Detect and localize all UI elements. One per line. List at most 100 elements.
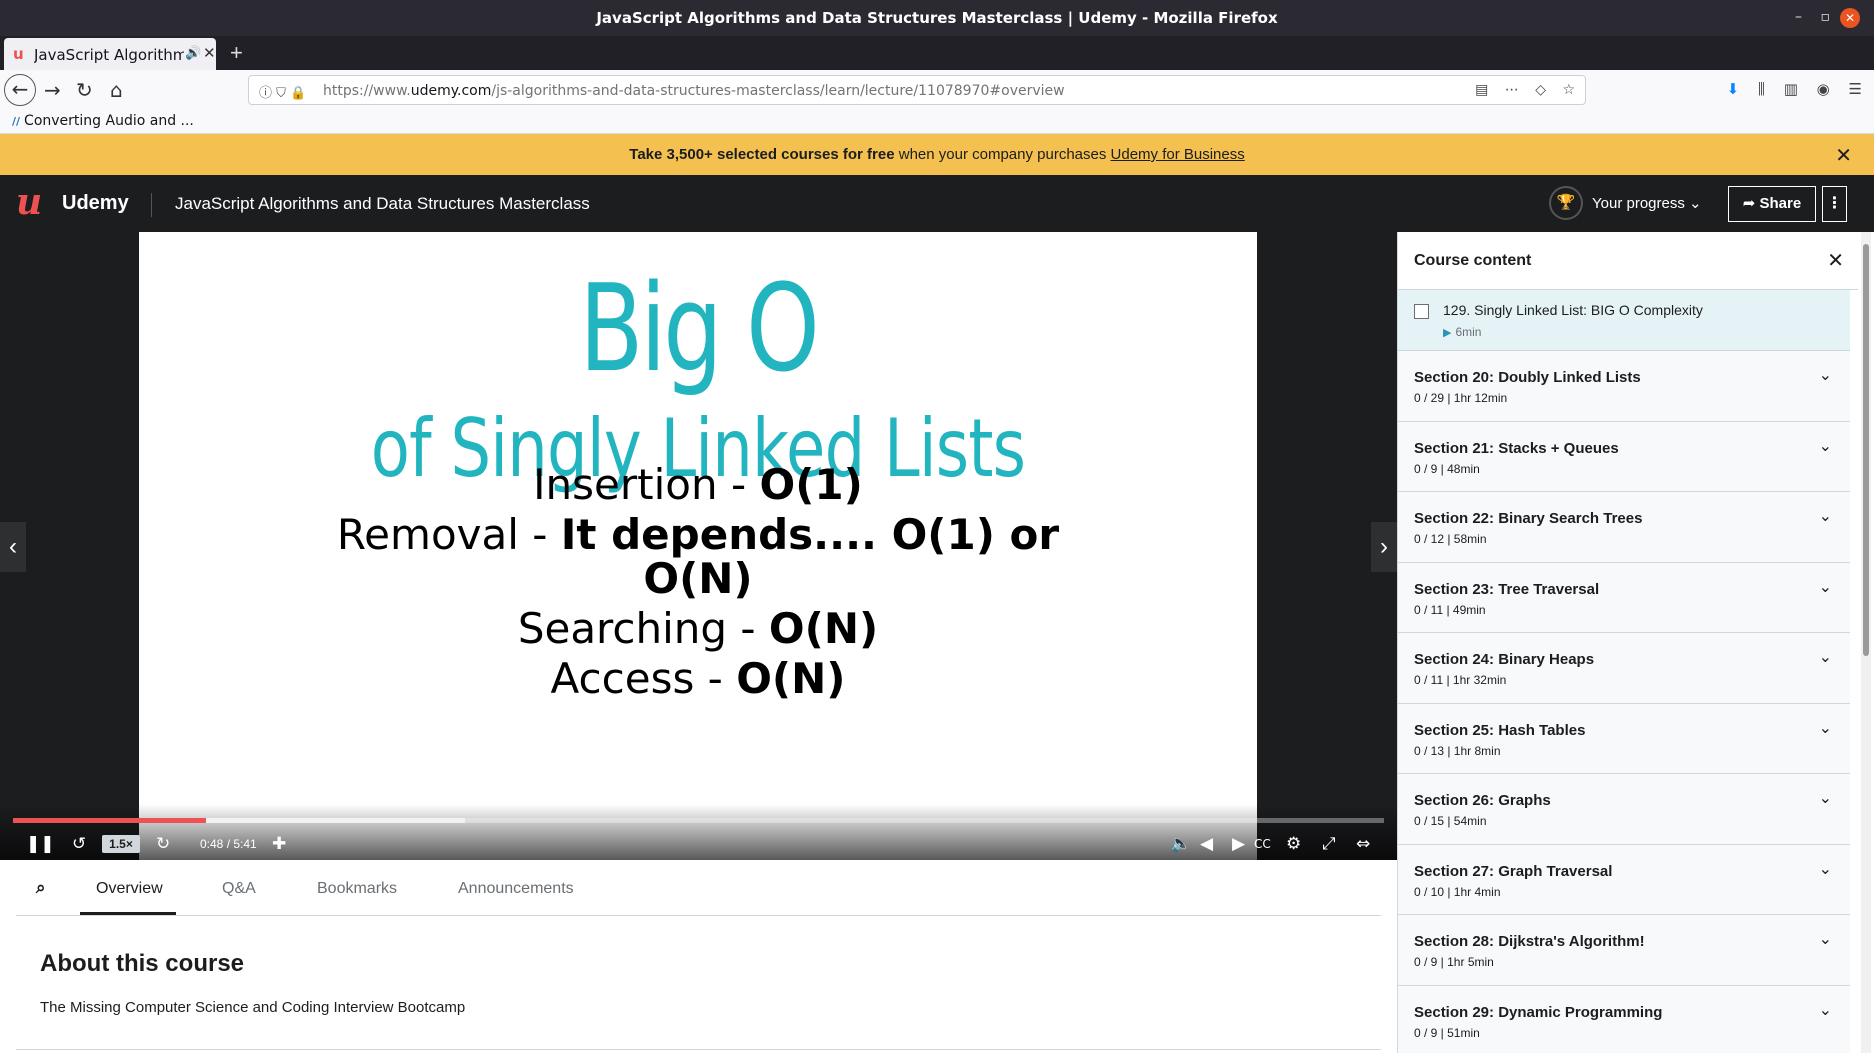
navigation-toolbar: ← → ↻ ⌂ ⓘ ⛉ 🔒 https://www.udemy.com/js-a… xyxy=(0,70,1874,110)
section-item[interactable]: Section 23: Tree Traversal 0 / 11 | 49min… xyxy=(1398,562,1850,633)
section-item[interactable]: Section 22: Binary Search Trees 0 / 12 | … xyxy=(1398,492,1850,563)
chevron-down-icon[interactable]: ⌄ xyxy=(1819,718,1832,737)
section-meta: 0 / 12 | 58min xyxy=(1414,532,1487,546)
reader-view-icon[interactable]: ▤ xyxy=(1475,82,1488,98)
chevron-down-icon[interactable]: ⌄ xyxy=(1819,577,1832,596)
minimize-icon[interactable]: – xyxy=(1795,9,1802,25)
download-icon[interactable]: ⬇ xyxy=(1727,80,1740,98)
page-actions[interactable]: ▤ ⋯ ◇ ☆ xyxy=(1475,82,1575,98)
section-item[interactable]: Section 21: Stacks + Queues 0 / 9 | 48min… xyxy=(1398,421,1850,492)
section-meta: 0 / 9 | 51min xyxy=(1414,1025,1480,1040)
forward-icon[interactable]: → xyxy=(44,78,61,102)
trophy-icon[interactable]: 🏆 xyxy=(1549,186,1583,220)
udemy-logo-text[interactable]: Udemy xyxy=(62,192,129,215)
slide-title: Big O xyxy=(579,260,820,399)
menu-icon[interactable]: ☰ xyxy=(1849,80,1862,98)
settings-gear-icon[interactable]: ⚙ xyxy=(1286,834,1301,854)
sidebar-header: Course content ✕ xyxy=(1398,232,1858,290)
reload-icon[interactable]: ↻ xyxy=(76,78,93,102)
sidebar-icon[interactable]: ▥ xyxy=(1784,80,1798,98)
section-title[interactable]: Section 23: Tree Traversal xyxy=(1414,581,1599,598)
section-meta: 0 / 11 | 49min xyxy=(1414,602,1486,617)
pocket-icon[interactable]: ◇ xyxy=(1535,82,1546,98)
pause-icon[interactable]: ❚❚ xyxy=(26,834,55,854)
sidebar-scrollbar[interactable] xyxy=(1861,232,1871,1053)
chevron-down-icon[interactable]: ⌄ xyxy=(1819,506,1832,525)
tab-udemy[interactable]: u JavaScript Algorithms 🔊 ✕ xyxy=(4,38,216,70)
share-button[interactable]: ➦ Share xyxy=(1728,186,1816,222)
section-title[interactable]: Section 29: Dynamic Programming xyxy=(1414,1004,1662,1021)
close-window-icon[interactable]: ✕ xyxy=(1840,8,1860,28)
account-icon[interactable]: ◉ xyxy=(1817,80,1830,98)
rewind-icon[interactable]: ↺ xyxy=(72,834,86,854)
new-tab-icon[interactable]: + xyxy=(230,40,243,66)
section-title[interactable]: Section 24: Binary Heaps xyxy=(1414,651,1594,668)
section-title[interactable]: Section 25: Hash Tables xyxy=(1414,722,1585,739)
section-title[interactable]: Section 28: Dijkstra's Algorithm! xyxy=(1414,933,1645,950)
library-icon[interactable]: ⫼ xyxy=(1758,80,1765,98)
transcript-next-icon[interactable]: ▶ xyxy=(1232,834,1245,854)
section-title[interactable]: Section 26: Graphs xyxy=(1414,792,1551,809)
section-item[interactable]: Section 24: Binary Heaps 0 / 11 | 1hr 32m… xyxy=(1398,633,1850,704)
bookmark-star-icon[interactable]: ☆ xyxy=(1562,82,1575,98)
section-item[interactable]: Section 26: Graphs 0 / 15 | 54min ⌄ xyxy=(1398,774,1850,845)
close-sidebar-icon[interactable]: ✕ xyxy=(1827,248,1844,273)
section-item[interactable]: Section 29: Dynamic Programming 0 / 9 | 5… xyxy=(1398,985,1850,1053)
bookmark-item[interactable]: //Converting Audio and ... xyxy=(12,113,194,129)
chevron-down-icon[interactable]: ⌄ xyxy=(1819,647,1832,666)
maximize-icon[interactable]: ▫ xyxy=(1821,9,1831,25)
tab-overview[interactable]: Overview xyxy=(96,880,163,898)
expand-theater-icon[interactable]: ⇔ xyxy=(1356,834,1370,854)
captions-icon[interactable]: CC xyxy=(1254,837,1271,851)
transcript-prev-icon[interactable]: ◀ xyxy=(1200,834,1213,854)
course-title[interactable]: JavaScript Algorithms and Data Structure… xyxy=(175,194,590,214)
section-title[interactable]: Section 21: Stacks + Queues xyxy=(1414,440,1619,457)
forward-skip-icon[interactable]: ↻ xyxy=(156,834,170,854)
progress-dropdown[interactable]: Your progress ⌄ xyxy=(1592,194,1702,212)
section-item[interactable]: Section 28: Dijkstra's Algorithm! 0 / 9 |… xyxy=(1398,915,1850,986)
home-icon[interactable]: ⌂ xyxy=(110,78,123,102)
udemy-business-link[interactable]: Udemy for Business xyxy=(1111,146,1245,163)
back-icon[interactable]: ← xyxy=(4,74,36,106)
toolbar-buttons: ⬇ ⫼ ▥ ◉ ☰ xyxy=(1727,80,1862,98)
chevron-down-icon[interactable]: ⌄ xyxy=(1819,436,1832,455)
chevron-down-icon[interactable]: ⌄ xyxy=(1819,929,1832,948)
section-title[interactable]: Section 22: Binary Search Trees xyxy=(1414,510,1642,527)
section-item[interactable]: Section 20: Doubly Linked Lists 0 / 29 | … xyxy=(1398,351,1850,422)
close-banner-icon[interactable]: ✕ xyxy=(1835,143,1852,168)
section-item[interactable]: Section 27: Graph Traversal 0 / 10 | 1hr … xyxy=(1398,844,1850,915)
url-text[interactable]: https://www.udemy.com/js-algorithms-and-… xyxy=(323,83,1065,99)
chevron-down-icon[interactable]: ⌄ xyxy=(1819,859,1832,878)
current-lecture-item[interactable]: 129. Singly Linked List: BIG O Complexit… xyxy=(1398,290,1850,351)
next-lecture-icon[interactable]: › xyxy=(1371,522,1397,572)
lecture-title[interactable]: 129. Singly Linked List: BIG O Complexit… xyxy=(1443,302,1703,318)
lecture-complete-checkbox[interactable] xyxy=(1414,304,1429,319)
chevron-down-icon[interactable]: ⌄ xyxy=(1819,365,1832,384)
url-bar[interactable]: ⓘ ⛉ 🔒 https://www.udemy.com/js-algorithm… xyxy=(248,75,1586,105)
add-bookmark-icon[interactable]: ✚ xyxy=(272,834,286,854)
volume-icon[interactable]: 🔈 xyxy=(1170,834,1191,854)
chevron-down-icon[interactable]: ⌄ xyxy=(1819,1000,1832,1019)
video-player[interactable]: Big O of Singly Linked Lists Insertion -… xyxy=(0,232,1397,860)
chevron-down-icon[interactable]: ⌄ xyxy=(1819,788,1832,807)
scrollbar-thumb[interactable] xyxy=(1863,244,1869,656)
udemy-logo-icon[interactable]: u xyxy=(16,184,42,220)
speaker-icon[interactable]: 🔊 xyxy=(185,45,201,61)
tab-qa[interactable]: Q&A xyxy=(222,880,256,898)
section-title[interactable]: Section 20: Doubly Linked Lists xyxy=(1414,369,1641,386)
more-options-button[interactable]: ⋮ xyxy=(1822,186,1847,222)
tab-announcements[interactable]: Announcements xyxy=(458,880,574,898)
section-item[interactable]: Section 25: Hash Tables 0 / 13 | 1hr 8min… xyxy=(1398,703,1850,774)
playback-speed-button[interactable]: 1.5× xyxy=(102,835,140,853)
bookmark-favicon-icon: // xyxy=(12,115,21,128)
seek-bar[interactable] xyxy=(13,818,1384,823)
page-actions-icon[interactable]: ⋯ xyxy=(1505,82,1519,98)
tab-bookmarks[interactable]: Bookmarks xyxy=(317,880,397,898)
about-text: The Missing Computer Science and Coding … xyxy=(40,999,466,1016)
close-tab-icon[interactable]: ✕ xyxy=(203,44,216,62)
previous-lecture-icon[interactable]: ‹ xyxy=(0,522,26,572)
fullscreen-icon[interactable]: ⤢ xyxy=(1322,834,1336,854)
site-info-icon[interactable]: ⓘ ⛉ 🔒 xyxy=(259,82,306,101)
section-title[interactable]: Section 27: Graph Traversal xyxy=(1414,863,1612,880)
search-icon[interactable]: ⌕ xyxy=(36,878,46,898)
